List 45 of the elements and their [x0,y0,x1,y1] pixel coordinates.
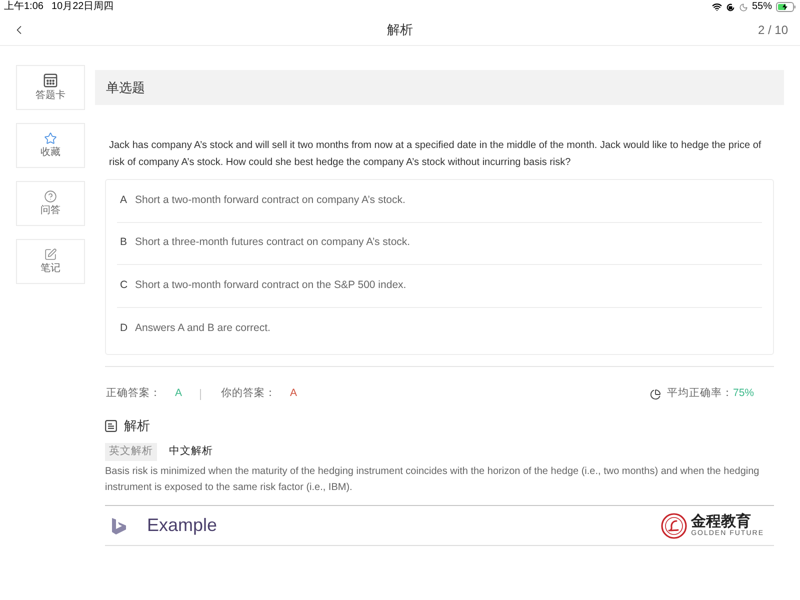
option-letter: C [120,278,129,293]
question-counter: 2 / 10 [758,22,788,38]
analysis-title: 解析 [124,417,150,436]
pie-chart-icon [650,388,661,400]
edit-icon [44,248,57,261]
option-letter: D [120,320,129,336]
question-type: 单选题 [106,78,145,97]
sidebar-button[interactable]: 问答 [16,181,85,226]
sidebar-button[interactable]: 答题卡 [16,65,85,110]
slide-title: Example [147,514,218,537]
option-row[interactable]: B Short a three-month futures contract on company A’s stock. [117,222,762,265]
correct-answer-label: 正确答案： [106,386,161,402]
your-answer-value: A [290,386,298,402]
status-date: 10月22日周四 [51,1,114,13]
sidebar-button[interactable]: 笔记 [16,239,85,284]
wifi-icon [712,2,722,12]
option-row[interactable]: C Short a two-month forward contract on the S&P 500 index. [117,265,762,308]
option-row[interactable]: D Answers A and B are correct. [117,308,762,350]
seal-logo-icon [661,512,688,538]
battery-percent: 55% [752,1,772,13]
question-text: Jack has company A’s stock and will sell it two months from now at a specified date in the middle of the month. Jack would like to hedge the price of risk of company A’s stock. How could she best hedge the company A’s stock without incurring basis risk? [108,139,762,170]
question-icon [44,190,57,203]
page-title: 解析 [387,20,413,39]
rotation-lock-icon [726,2,735,12]
average-rate-value: 75% [732,386,754,402]
your-answer-label: 你的答案： [221,386,276,402]
option-text: Answers A and B are correct. [135,320,270,336]
star-icon [44,132,57,145]
correct-answer-value: A [175,386,182,402]
battery-icon [776,2,796,12]
option-text: Short a three-month futures contract on company A’s stock. [135,235,410,250]
option-text: Short a two-month forward contract on the S&P 500 index. [135,278,406,293]
status-time: 上午1:06 [4,1,44,13]
document-icon [105,420,117,432]
logo-name: 金程教育 [691,514,752,530]
calendar-icon [43,73,58,88]
option-letter: A [120,192,128,208]
option-text: Short a two-month forward contract on company A’s stock. [135,192,406,208]
sidebar-button[interactable]: 收藏 [16,123,85,168]
option-letter: B [120,235,128,250]
average-rate-label: 平均正确率： [666,386,733,402]
option-row[interactable]: A Short a two-month forward contract on company A’s stock. [117,180,762,222]
moon-icon [738,2,748,12]
analysis-text: Basis risk is minimized when the maturity of the hedging instrument coincides with the horizon of the hedge (i.e., two months) and when the hedging instrument is exposed to the same risk factor (i.e., IBM). [105,465,760,495]
logo-icon [111,516,127,534]
